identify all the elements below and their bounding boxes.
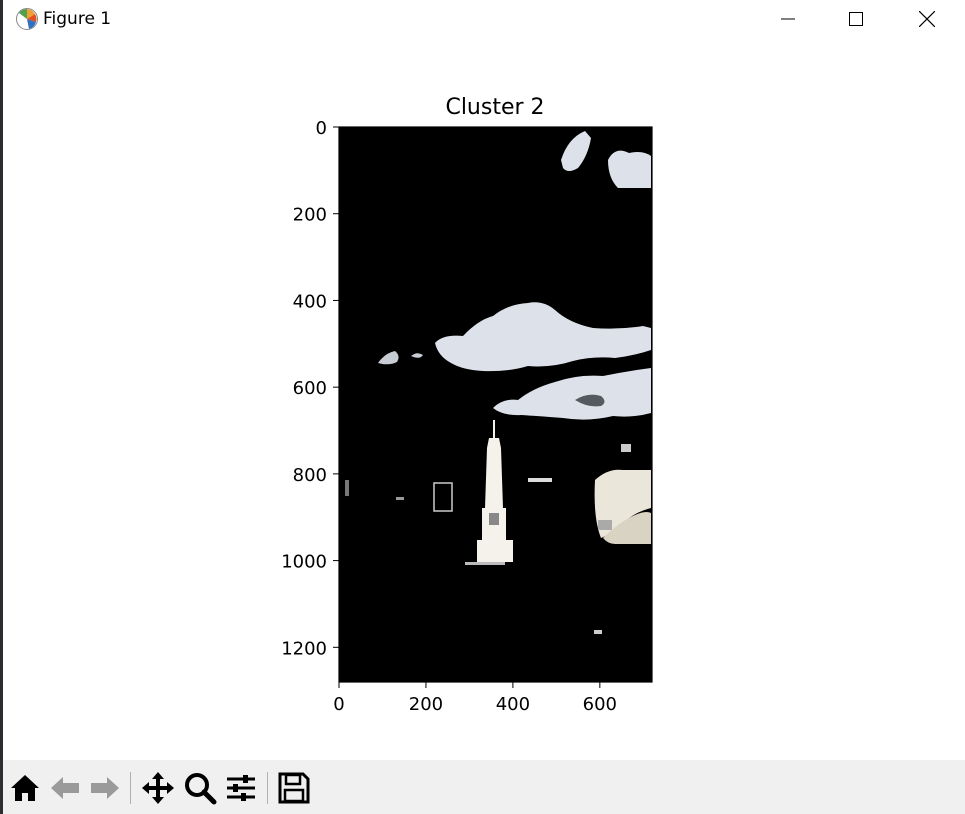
- maximize-icon: [849, 12, 863, 26]
- close-button[interactable]: [893, 0, 961, 38]
- forward-button[interactable]: [87, 770, 123, 806]
- configure-subplots-button[interactable]: [223, 770, 259, 806]
- matplotlib-logo-icon: [15, 7, 39, 31]
- y-tick-label: 800: [293, 465, 327, 486]
- close-icon: [919, 11, 935, 27]
- title-bar: Figure 1: [3, 0, 965, 38]
- window-title: Figure 1: [43, 9, 112, 29]
- back-button[interactable]: [47, 770, 83, 806]
- navigation-toolbar: [3, 760, 965, 814]
- cluster-image: [339, 127, 652, 682]
- pan-icon: [142, 772, 174, 804]
- home-icon: [11, 775, 39, 801]
- x-tick-label: 400: [496, 694, 530, 715]
- y-tick-label: 1000: [281, 552, 327, 573]
- x-tick-label: 200: [409, 694, 443, 715]
- y-tick-label: 400: [293, 291, 327, 312]
- home-button[interactable]: [7, 770, 43, 806]
- figure-canvas[interactable]: Cluster 2 0 200 400 600 0 200 400 600 80…: [3, 38, 965, 760]
- save-button[interactable]: [276, 770, 312, 806]
- toolbar-separator: [130, 772, 131, 804]
- configure-subplots-icon: [227, 775, 255, 801]
- zoom-icon: [185, 773, 217, 805]
- save-icon: [278, 772, 310, 804]
- y-tick-label: 1200: [281, 638, 327, 659]
- toolbar-separator: [267, 772, 268, 804]
- x-tick-label: 0: [333, 694, 344, 715]
- maximize-button[interactable]: [822, 0, 890, 38]
- back-icon: [51, 777, 79, 799]
- plot-area: Cluster 2 0 200 400 600 0200400600800100…: [281, 95, 653, 715]
- zoom-button[interactable]: [182, 770, 218, 806]
- forward-icon: [91, 777, 119, 799]
- pan-button[interactable]: [140, 770, 176, 806]
- minimize-icon: [781, 18, 795, 20]
- x-tick-label: 600: [583, 694, 617, 715]
- y-tick-label: 0: [316, 118, 327, 139]
- y-tick-label: 200: [293, 205, 327, 226]
- minimize-button[interactable]: [754, 0, 822, 38]
- y-tick-label: 600: [293, 378, 327, 399]
- plot-title: Cluster 2: [445, 95, 544, 120]
